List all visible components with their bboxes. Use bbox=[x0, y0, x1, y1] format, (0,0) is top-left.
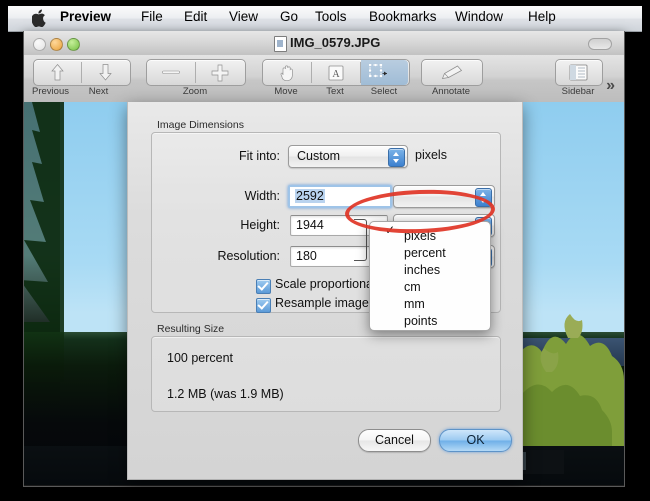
dropdown-item-cm[interactable]: cm bbox=[370, 279, 490, 296]
zoom-window-button[interactable] bbox=[67, 38, 80, 51]
pencil-icon bbox=[441, 65, 463, 79]
proportional-link-brace bbox=[354, 219, 367, 261]
text-tool-label: Text bbox=[326, 86, 344, 97]
previous-button[interactable] bbox=[34, 60, 81, 85]
text-tool-button[interactable]: A bbox=[312, 60, 360, 85]
ok-button[interactable]: OK bbox=[439, 429, 512, 452]
apple-logo-icon[interactable] bbox=[32, 9, 47, 27]
toolbar-overflow-button[interactable]: » bbox=[606, 77, 615, 95]
dropdown-item-label: inches bbox=[404, 263, 441, 277]
width-input[interactable]: 2592 bbox=[288, 185, 392, 208]
width-unit-popup-button[interactable] bbox=[393, 185, 495, 208]
dropdown-item-label: pixels bbox=[404, 229, 436, 243]
annotate-button[interactable] bbox=[421, 59, 483, 86]
menu-item-file[interactable]: File bbox=[141, 9, 163, 24]
dropdown-item-mm[interactable]: mm bbox=[370, 296, 490, 313]
hand-icon bbox=[280, 65, 293, 81]
move-tool-label: Move bbox=[274, 86, 298, 97]
menu-item-edit[interactable]: Edit bbox=[184, 9, 207, 24]
minimize-window-button[interactable] bbox=[50, 38, 63, 51]
dropdown-item-label: mm bbox=[404, 297, 425, 311]
fit-into-unit-suffix: pixels bbox=[415, 148, 447, 162]
window-title-bar[interactable]: IMG_0579.JPG bbox=[24, 31, 624, 56]
toolbar: Previous Next Zoom A Move Text Select An… bbox=[24, 55, 624, 103]
zoom-button-label: Zoom bbox=[182, 86, 208, 97]
annotate-button-label: Annotate bbox=[431, 86, 471, 97]
resolution-value: 180 bbox=[296, 249, 317, 263]
desktop-area: Preview File Edit View Go Tools Bookmark… bbox=[8, 6, 642, 490]
menu-item-help[interactable]: Help bbox=[528, 9, 556, 24]
resulting-percent-text: 100 percent bbox=[167, 351, 234, 365]
fit-into-popup-button[interactable]: Custom bbox=[288, 145, 408, 168]
selection-marquee-icon bbox=[369, 64, 387, 78]
dropdown-item-label: points bbox=[404, 314, 438, 328]
width-unit-chevron-icon bbox=[475, 188, 492, 207]
scale-proportionally-checkbox[interactable] bbox=[256, 279, 271, 294]
dropdown-item-percent[interactable]: percent bbox=[370, 245, 490, 262]
sidebar-panel-icon bbox=[569, 64, 588, 81]
toolbar-toggle-button[interactable] bbox=[588, 38, 612, 50]
sidebar-button-label: Sidebar bbox=[561, 86, 595, 97]
zoom-in-plus-icon bbox=[211, 64, 229, 82]
menu-item-bookmarks[interactable]: Bookmarks bbox=[369, 9, 437, 24]
nav-button-group bbox=[33, 59, 131, 86]
select-tool-button[interactable] bbox=[361, 60, 408, 85]
sidebar-button[interactable] bbox=[555, 59, 603, 86]
zoom-out-minus-icon bbox=[162, 70, 180, 74]
svg-text:A: A bbox=[332, 69, 340, 80]
zoom-out-button[interactable] bbox=[147, 60, 195, 85]
width-label: Width: bbox=[244, 189, 280, 203]
previous-button-label: Previous bbox=[32, 86, 69, 97]
unit-dropdown-menu[interactable]: ✓ pixels percent inches cm mm points bbox=[369, 221, 491, 331]
fit-into-chevron-icon bbox=[388, 148, 405, 167]
dropdown-item-pixels[interactable]: pixels bbox=[370, 228, 490, 245]
resulting-size-group-title: Resulting Size bbox=[157, 323, 225, 335]
resolution-label: Resolution: bbox=[217, 249, 280, 263]
tool-button-group: A bbox=[262, 59, 410, 86]
menu-item-tools[interactable]: Tools bbox=[315, 9, 347, 24]
image-dimensions-group-title: Image Dimensions bbox=[157, 119, 244, 131]
dropdown-item-label: cm bbox=[404, 280, 421, 294]
dropdown-item-label: percent bbox=[404, 246, 446, 260]
up-arrow-icon bbox=[51, 63, 64, 81]
fit-into-value: Custom bbox=[297, 149, 341, 163]
zoom-in-button[interactable] bbox=[196, 60, 244, 85]
cancel-button[interactable]: Cancel bbox=[358, 429, 431, 452]
screenshot-frame: Preview File Edit View Go Tools Bookmark… bbox=[0, 0, 650, 501]
height-label: Height: bbox=[240, 218, 280, 232]
dropdown-item-inches[interactable]: inches bbox=[370, 262, 490, 279]
next-button[interactable] bbox=[82, 60, 129, 85]
down-arrow-icon bbox=[99, 64, 112, 81]
zoom-button-group bbox=[146, 59, 246, 86]
resulting-size-text: 1.2 MB (was 1.9 MB) bbox=[167, 387, 284, 401]
menu-bar: Preview File Edit View Go Tools Bookmark… bbox=[8, 6, 642, 32]
height-value: 1944 bbox=[296, 218, 324, 232]
menu-item-window[interactable]: Window bbox=[455, 9, 503, 24]
jpeg-document-icon bbox=[274, 36, 287, 52]
dropdown-item-points[interactable]: points bbox=[370, 313, 490, 330]
text-a-icon: A bbox=[328, 65, 344, 81]
select-tool-label: Select bbox=[370, 86, 398, 97]
menu-item-preview[interactable]: Preview bbox=[60, 9, 111, 24]
resample-image-checkbox[interactable] bbox=[256, 298, 271, 313]
preview-window: IMG_0579.JPG Previous Next Zoom A Move T… bbox=[23, 31, 625, 487]
close-window-button[interactable] bbox=[33, 38, 46, 51]
resample-image-label: Resample image bbox=[275, 296, 369, 310]
fit-into-label: Fit into: bbox=[239, 149, 280, 163]
width-value: 2592 bbox=[295, 189, 325, 203]
next-button-label: Next bbox=[88, 86, 109, 97]
menu-item-go[interactable]: Go bbox=[280, 9, 298, 24]
window-title: IMG_0579.JPG bbox=[290, 35, 381, 50]
move-tool-button[interactable] bbox=[263, 60, 311, 85]
menu-item-view[interactable]: View bbox=[229, 9, 258, 24]
